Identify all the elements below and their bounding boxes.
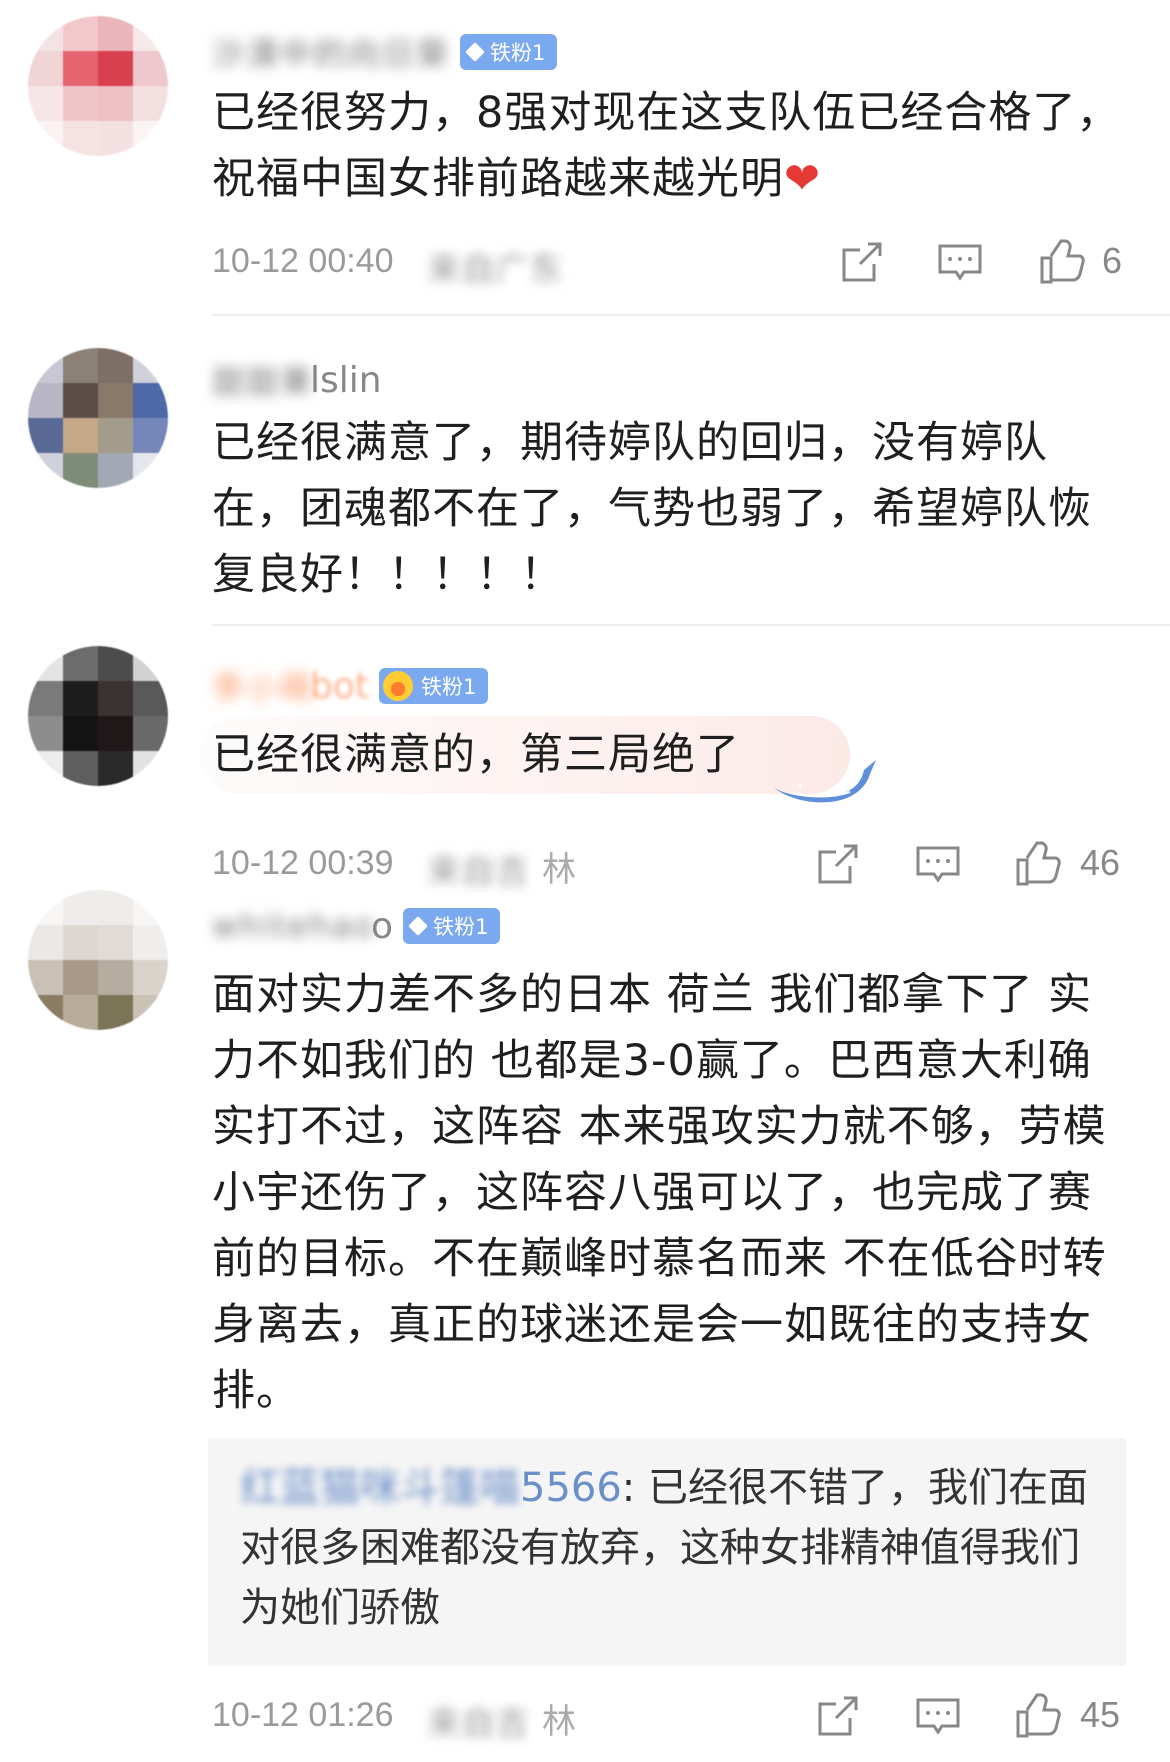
badge-label: 铁粉1 bbox=[433, 915, 489, 939]
comment-body: 已经很努力，8强对现在这支队伍已经合格了，祝福中国女排前路越来越光明 bbox=[212, 88, 1121, 204]
comment-icon[interactable] bbox=[914, 840, 962, 888]
like-icon[interactable] bbox=[1014, 1692, 1062, 1740]
comment-time: 10-12 00:39 bbox=[212, 844, 394, 882]
comment-meta: 10-12 00:39 来自吉 林 46 bbox=[212, 836, 1170, 892]
username[interactable]: 甜甜果 bbox=[212, 361, 314, 401]
comment-meta: 10-12 00:40 来自广东 6 bbox=[212, 234, 1170, 290]
comment-location: 来自吉 bbox=[427, 1704, 529, 1744]
divider bbox=[212, 624, 1170, 626]
comment-time: 10-12 01:26 bbox=[212, 1696, 394, 1734]
reply-username[interactable]: 红蓝猫咪斗篷喵 bbox=[240, 1465, 520, 1511]
share-icon[interactable] bbox=[838, 238, 886, 286]
avatar[interactable] bbox=[28, 348, 168, 488]
badge-label: 铁粉1 bbox=[490, 41, 546, 65]
username-row: 沙漠中的向日葵 铁粉1 bbox=[212, 30, 558, 74]
avatar[interactable] bbox=[28, 646, 168, 786]
username[interactable]: 沙漠中的向日葵 bbox=[212, 33, 450, 73]
like-count: 45 bbox=[1080, 1694, 1121, 1735]
fan-badge[interactable]: 铁粉1 bbox=[460, 34, 558, 70]
share-icon[interactable] bbox=[814, 1692, 862, 1740]
fan-badge[interactable]: 铁粉1 bbox=[379, 668, 489, 704]
username-tail[interactable]: lslin bbox=[310, 360, 382, 401]
avatar[interactable] bbox=[28, 890, 168, 1030]
username-row: 甜甜果 lslin bbox=[212, 358, 382, 402]
reply-colon: : bbox=[621, 1465, 648, 1511]
username-tail[interactable]: bot bbox=[310, 666, 369, 707]
heart-icon: ❤ bbox=[784, 154, 822, 204]
comment-meta: 10-12 01:26 来自吉 林 45 bbox=[212, 1688, 1170, 1744]
comment-text: 已经很努力，8强对现在这支队伍已经合格了，祝福中国女排前路越来越光明❤ bbox=[212, 80, 1132, 212]
comment-text: 已经很满意了，期待婷队的回归，没有婷队在，团魂都不在了，气势也弱了，希望婷队恢复… bbox=[212, 418, 1092, 600]
comment-location: 来自广东 bbox=[427, 250, 563, 290]
like-count: 46 bbox=[1080, 842, 1121, 883]
comment-text: 已经很满意的，第三局绝了 bbox=[212, 730, 740, 780]
username-row: whitehao o 铁粉1 bbox=[212, 904, 501, 948]
comment-time: 10-12 00:40 bbox=[212, 242, 394, 280]
reply-text: 红蓝猫咪斗篷喵5566: 已经很不错了，我们在面对很多困难都没有放弃，这种女排精… bbox=[240, 1458, 1100, 1638]
comment-list: 沙漠中的向日葵 铁粉1 已经很努力，8强对现在这支队伍已经合格了，祝福中国女排前… bbox=[0, 0, 1170, 1762]
comment-location-tail: 林 bbox=[542, 1702, 576, 1742]
avatar[interactable] bbox=[28, 16, 168, 156]
diamond-icon bbox=[408, 916, 428, 936]
username-row: 李小萌 bot 铁粉1 bbox=[212, 664, 489, 708]
reply-username-tail[interactable]: 5566 bbox=[520, 1465, 622, 1511]
fan-badge[interactable]: 铁粉1 bbox=[403, 908, 501, 944]
like-count: 6 bbox=[1102, 240, 1123, 281]
username[interactable]: whitehao bbox=[212, 907, 375, 945]
divider bbox=[212, 314, 1170, 316]
comment-location: 来自吉 bbox=[427, 852, 529, 892]
like-icon[interactable] bbox=[1038, 238, 1086, 286]
like-icon[interactable] bbox=[1014, 840, 1062, 888]
comment-icon[interactable] bbox=[914, 1692, 962, 1740]
share-icon[interactable] bbox=[814, 840, 862, 888]
diamond-icon bbox=[465, 42, 485, 62]
comment-icon[interactable] bbox=[936, 238, 984, 286]
comment-text: 面对实力差不多的日本 荷兰 我们都拿下了 实力不如我们的 也都是3-0赢了。巴西… bbox=[212, 970, 1107, 1416]
crown-icon bbox=[383, 671, 414, 701]
comment-location-tail: 林 bbox=[542, 850, 576, 890]
username[interactable]: 李小萌 bbox=[212, 667, 314, 707]
badge-label: 铁粉1 bbox=[421, 675, 477, 699]
reply-box[interactable]: 红蓝猫咪斗篷喵5566: 已经很不错了，我们在面对很多困难都没有放弃，这种女排精… bbox=[208, 1438, 1126, 1666]
